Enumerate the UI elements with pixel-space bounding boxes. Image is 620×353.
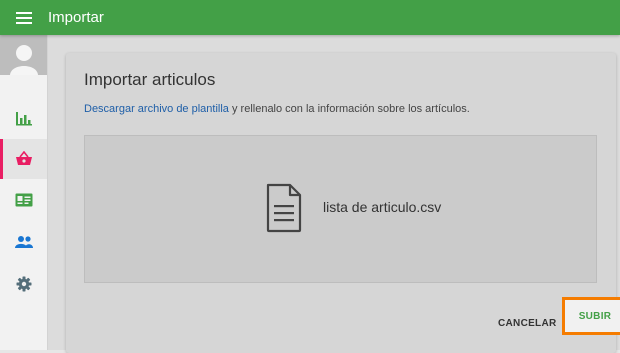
- menu-button[interactable]: [0, 0, 48, 35]
- avatar[interactable]: [0, 35, 47, 75]
- file-dropzone[interactable]: lista de articulo.csv: [84, 135, 597, 283]
- sidebar-item-statistics[interactable]: [0, 98, 47, 138]
- sidebar-item-settings[interactable]: [0, 264, 47, 304]
- sidebar-item-users[interactable]: [0, 222, 47, 262]
- sidebar: [0, 35, 48, 350]
- download-template-link[interactable]: Descargar archivo de plantilla: [84, 103, 229, 115]
- basket-icon: [15, 151, 32, 165]
- user-avatar-icon: [9, 45, 38, 75]
- cancel-button[interactable]: CANCELAR: [498, 315, 557, 331]
- selected-file-name: lista de articulo.csv: [323, 199, 442, 215]
- id-card-icon: [15, 193, 32, 207]
- menu-icon: [16, 11, 32, 24]
- description-text: y rellenalo con la información sobre los…: [228, 103, 470, 115]
- gear-icon: [16, 276, 31, 292]
- import-card: Importar articulos Descargar archivo de …: [66, 53, 620, 353]
- main-content: Importar articulos Descargar archivo de …: [48, 35, 620, 353]
- import-description: Descargar archivo de plantilla y rellena…: [84, 103, 470, 115]
- card-title: Importar articulos: [84, 70, 216, 89]
- sidebar-item-articles[interactable]: [0, 139, 47, 179]
- upload-button[interactable]: SUBIR: [562, 297, 620, 335]
- document-icon: [266, 183, 302, 233]
- app-header: Importar: [0, 0, 620, 35]
- page-title: Importar: [48, 9, 104, 26]
- sidebar-item-contacts[interactable]: [0, 180, 47, 220]
- people-icon: [14, 236, 33, 248]
- bar-chart-icon: [15, 112, 32, 126]
